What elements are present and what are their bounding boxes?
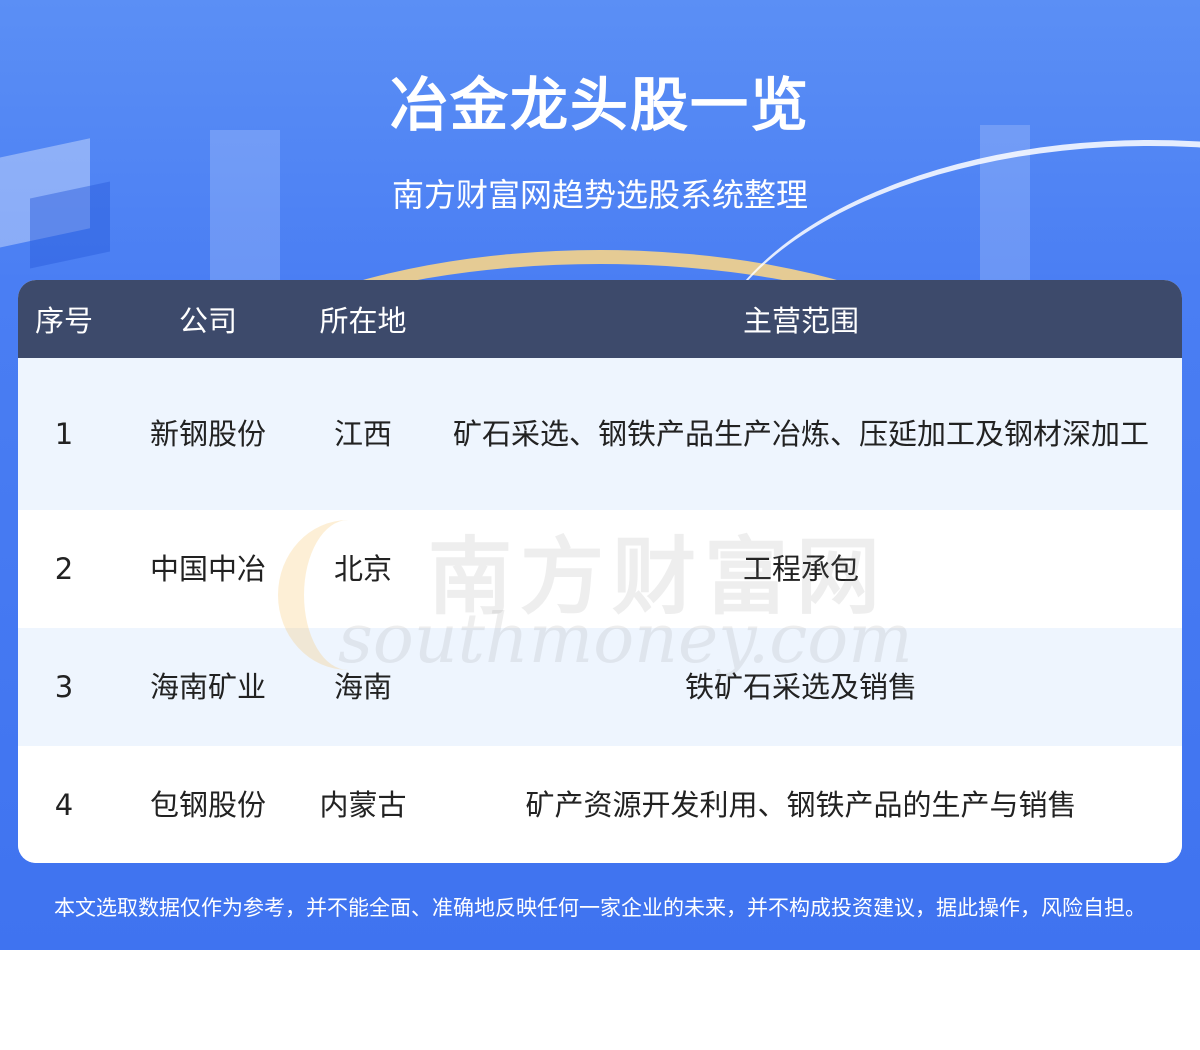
disclaimer-text: 本文选取数据仅作为参考，并不能全面、准确地反映任何一家企业的未来，并不构成投资建… <box>54 896 1146 920</box>
cell-location: 北京 <box>333 552 392 586</box>
cell-company: 包钢股份 <box>149 787 266 822</box>
table-row: 1 新钢股份 江西 矿石采选、钢铁产品生产冶炼、压延加工及钢材深加工 <box>18 358 1182 510</box>
cell-business: 矿石采选、钢铁产品生产冶炼、压延加工及钢材深加工 <box>452 417 1149 451</box>
header-banner: 冶金龙头股一览 南方财富网趋势选股系统整理 序号 公司 所在地 主营范围 1 新… <box>0 0 1200 950</box>
column-header-index: 序号 <box>34 304 93 338</box>
cell-company: 中国中冶 <box>149 552 266 586</box>
cell-index: 2 <box>54 552 74 586</box>
cell-business: 矿产资源开发利用、钢铁产品的生产与销售 <box>525 787 1077 822</box>
cell-index: 4 <box>54 787 74 822</box>
stock-table: 序号 公司 所在地 主营范围 1 新钢股份 江西 矿石采选、钢铁产品生产冶炼、压… <box>18 280 1182 863</box>
cell-index: 1 <box>54 417 74 451</box>
column-header-location: 所在地 <box>319 304 407 338</box>
table-row: 2 中国中冶 北京 工程承包 <box>18 510 1182 628</box>
cell-location: 内蒙古 <box>319 787 407 822</box>
cell-index: 3 <box>54 670 74 704</box>
cell-business: 铁矿石采选及销售 <box>684 670 917 704</box>
page-title: 冶金龙头股一览 <box>389 71 810 139</box>
cell-business: 工程承包 <box>742 552 859 586</box>
cell-location: 江西 <box>333 417 392 451</box>
column-header-business: 主营范围 <box>742 304 859 338</box>
cell-location: 海南 <box>333 670 392 704</box>
table-row: 4 包钢股份 内蒙古 矿产资源开发利用、钢铁产品的生产与销售 <box>18 746 1182 863</box>
column-header-company: 公司 <box>178 304 237 338</box>
cell-company: 海南矿业 <box>149 670 266 704</box>
page-subtitle: 南方财富网趋势选股系统整理 <box>391 176 808 214</box>
table-row: 3 海南矿业 海南 铁矿石采选及销售 <box>18 628 1182 746</box>
table-card: 序号 公司 所在地 主营范围 1 新钢股份 江西 矿石采选、钢铁产品生产冶炼、压… <box>18 280 1182 863</box>
cell-company: 新钢股份 <box>149 417 266 451</box>
table-header-row: 序号 公司 所在地 主营范围 <box>18 280 1182 358</box>
